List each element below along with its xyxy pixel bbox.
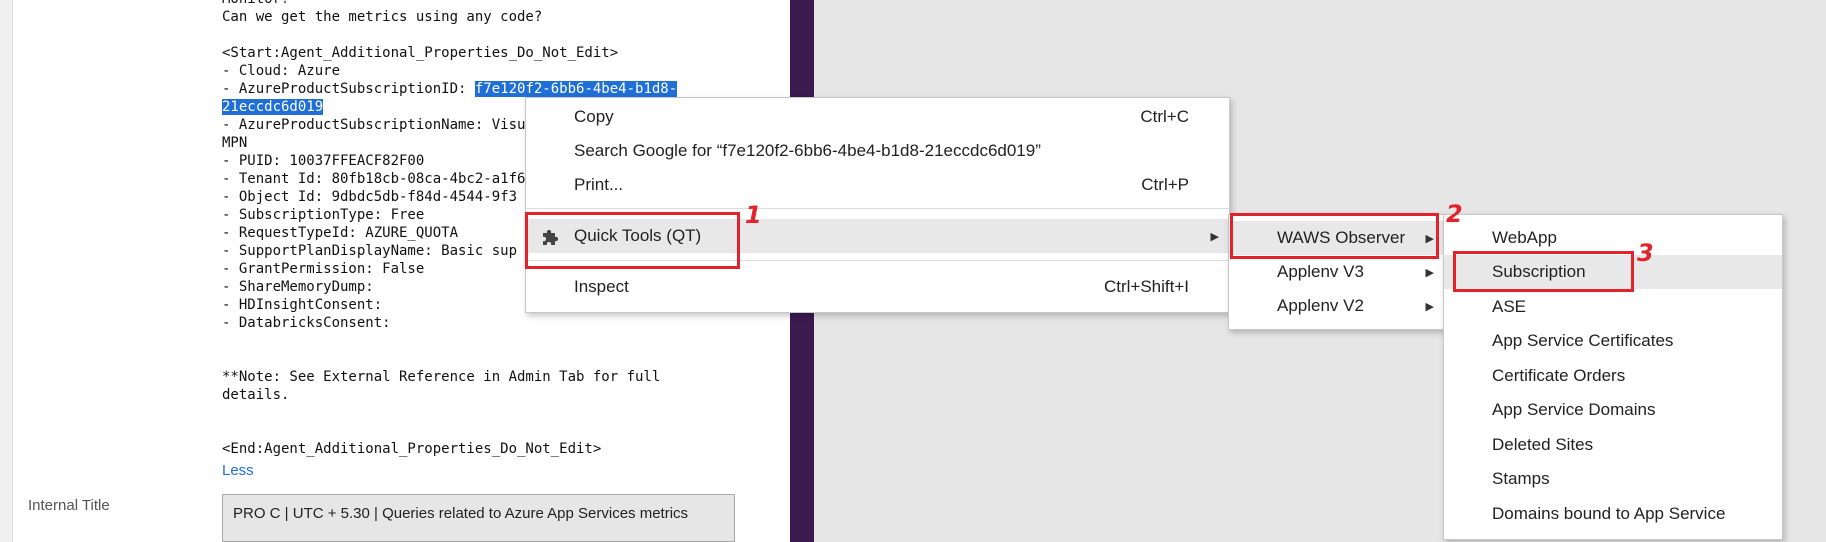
menu-item-print[interactable]: Print... Ctrl+P [526, 168, 1229, 202]
menu-item-search-google-label: Search Google for “f7e120f2-6bb6-4be4-b1… [574, 141, 1041, 160]
annotation-number-1: 1 [745, 201, 762, 229]
document-line-text: - ShareMemoryDump: [222, 279, 374, 295]
document-line-text: - HDInsightConsent: [222, 297, 383, 313]
waws-item-deleted-sites-label: Deleted Sites [1492, 435, 1594, 454]
internal-title-field[interactable]: PRO C | UTC + 5.30 | Queries related to … [222, 494, 735, 542]
menu-separator [526, 208, 1229, 209]
submenu-item-waws-observer-label: WAWS Observer [1277, 228, 1406, 247]
document-line-text: Can we get the metrics using any code? [222, 9, 543, 25]
quick-tools-submenu: WAWS Observer ▶ Applenv V3 ▶ Applenv V2 … [1228, 214, 1445, 330]
submenu-item-applenv-v2[interactable]: Applenv V2 ▶ [1229, 289, 1444, 323]
waws-item-stamps-label: Stamps [1492, 469, 1550, 488]
waws-item-app-service-certificates[interactable]: App Service Certificates [1444, 324, 1782, 358]
document-line: Can we get the metrics using any code? [222, 8, 782, 26]
waws-item-app-service-domains-label: App Service Domains [1492, 400, 1656, 419]
waws-item-certificate-orders[interactable]: Certificate Orders [1444, 359, 1782, 393]
waws-item-webapp-label: WebApp [1492, 228, 1557, 247]
document-line-text: <End:Agent_Additional_Properties_Do_Not_… [222, 441, 602, 457]
waws-item-ase-label: ASE [1492, 297, 1527, 316]
menu-item-copy-shortcut: Ctrl+C [1140, 107, 1189, 126]
menu-item-copy-label: Copy [574, 107, 614, 126]
annotation-number-2: 2 [1446, 200, 1463, 228]
document-line: - Cloud: Azure [222, 62, 782, 80]
submenu-item-applenv-v2-label: Applenv V2 [1277, 296, 1364, 315]
document-line-text: - Object Id: 9dbdc5db-f84d-4544-9f3 [222, 189, 518, 205]
waws-item-subscription[interactable]: Subscription [1444, 255, 1782, 289]
submenu-arrow-icon: ▶ [1425, 232, 1434, 245]
document-line-text: **Note: See External Reference in Admin … [222, 369, 661, 385]
waws-observer-submenu: WebApp Subscription ASE App Service Cert… [1443, 214, 1783, 540]
waws-item-subscription-label: Subscription [1492, 262, 1586, 281]
waws-item-domains-bound-label: Domains bound to App Service [1492, 504, 1726, 523]
puzzle-piece-icon [543, 229, 559, 245]
document-line: Monitor? [222, 0, 782, 8]
document-line: details. [222, 386, 782, 404]
less-link[interactable]: Less [222, 462, 254, 479]
menu-item-inspect[interactable]: Inspect Ctrl+Shift+I [526, 270, 1229, 304]
menu-item-quick-tools[interactable]: Quick Tools (QT) ▶ [526, 219, 1229, 253]
menu-item-inspect-label: Inspect [574, 277, 629, 296]
internal-title-label: Internal Title [28, 497, 110, 514]
menu-item-print-label: Print... [574, 175, 624, 194]
document-line-text: MPN [222, 135, 248, 151]
left-edge-strip [0, 0, 13, 542]
document-line-text: - SupportPlanDisplayName: Basic sup [222, 243, 518, 259]
document-line: **Note: See External Reference in Admin … [222, 368, 782, 386]
document-line [222, 350, 782, 368]
document-line-text: - Cloud: Azure [222, 63, 341, 79]
submenu-arrow-icon: ▶ [1425, 266, 1434, 279]
waws-item-certificate-orders-label: Certificate Orders [1492, 366, 1626, 385]
document-line [222, 26, 782, 44]
document-line-text: - RequestTypeId: AZURE_QUOTA [222, 225, 459, 241]
document-line: - DatabricksConsent: [222, 314, 782, 332]
menu-item-search-google[interactable]: Search Google for “f7e120f2-6bb6-4be4-b1… [526, 134, 1229, 168]
submenu-item-applenv-v3[interactable]: Applenv V3 ▶ [1229, 255, 1444, 289]
annotation-number-3: 3 [1637, 239, 1654, 267]
document-line-text: - AzureProductSubscriptionName: Visu [222, 117, 526, 133]
document-line: <Start:Agent_Additional_Properties_Do_No… [222, 44, 782, 62]
document-line: - AzureProductSubscriptionID: f7e120f2-6… [222, 80, 782, 98]
waws-item-app-service-domains[interactable]: App Service Domains [1444, 393, 1782, 427]
submenu-item-applenv-v3-label: Applenv V3 [1277, 262, 1364, 281]
document-line [222, 332, 782, 350]
waws-item-app-service-certificates-label: App Service Certificates [1492, 331, 1674, 350]
document-line-text: Monitor? [222, 0, 289, 7]
menu-item-print-shortcut: Ctrl+P [1141, 175, 1189, 194]
document-line-text: <Start:Agent_Additional_Properties_Do_No… [222, 45, 619, 61]
waws-item-deleted-sites[interactable]: Deleted Sites [1444, 428, 1782, 462]
submenu-arrow-icon: ▶ [1210, 230, 1219, 243]
selected-text-highlight: f7e120f2-6bb6-4be4-b1d8- [474, 81, 678, 97]
document-line-text: - AzureProductSubscriptionID: [222, 81, 475, 97]
document-line [222, 422, 782, 440]
document-line: <End:Agent_Additional_Properties_Do_Not_… [222, 440, 782, 458]
submenu-arrow-icon: ▶ [1425, 300, 1434, 313]
document-line-text: - PUID: 10037FFEACF82F00 [222, 153, 425, 169]
menu-separator [526, 260, 1229, 261]
document-line-text: - Tenant Id: 80fb18cb-08ca-4bc2-a1f6 [222, 171, 526, 187]
menu-item-inspect-shortcut: Ctrl+Shift+I [1103, 277, 1189, 296]
document-line-text: - SubscriptionType: Free [222, 207, 425, 223]
submenu-item-waws-observer[interactable]: WAWS Observer ▶ [1229, 221, 1444, 255]
waws-item-webapp[interactable]: WebApp [1444, 221, 1782, 255]
document-line-text: - GrantPermission: False [222, 261, 425, 277]
document-line [222, 404, 782, 422]
document-line-text: details. [222, 387, 290, 403]
waws-item-stamps[interactable]: Stamps [1444, 462, 1782, 496]
selected-text-highlight: 21eccdc6d019 [222, 99, 324, 115]
menu-item-quick-tools-label: Quick Tools (QT) [574, 226, 702, 245]
document-line-text: - DatabricksConsent: [222, 315, 391, 331]
menu-item-copy[interactable]: Copy Ctrl+C [526, 100, 1229, 134]
context-menu: Copy Ctrl+C Search Google for “f7e120f2-… [525, 97, 1230, 313]
waws-item-domains-bound[interactable]: Domains bound to App Service [1444, 497, 1782, 531]
waws-item-ase[interactable]: ASE [1444, 290, 1782, 324]
